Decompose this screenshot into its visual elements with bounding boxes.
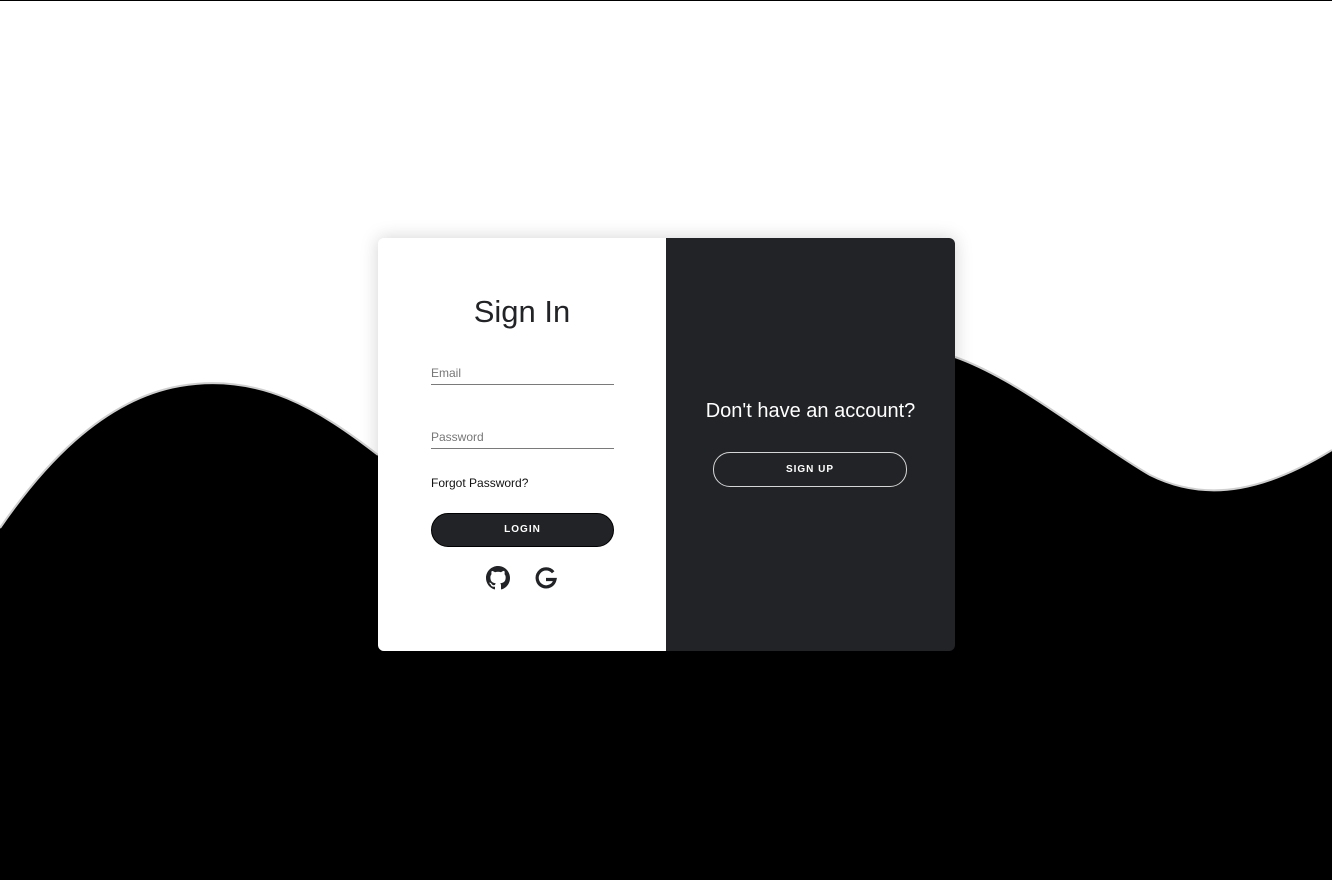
password-input[interactable]	[431, 426, 614, 449]
signin-panel: Sign In Forgot Password? LOGIN	[378, 238, 666, 651]
github-icon[interactable]	[486, 566, 510, 590]
signup-button[interactable]: SIGN UP	[713, 452, 907, 487]
signin-title: Sign In	[473, 294, 571, 329]
email-input[interactable]	[431, 362, 614, 385]
login-button[interactable]: LOGIN	[431, 513, 614, 547]
auth-card: Sign In Forgot Password? LOGIN Don't hav…	[378, 238, 955, 651]
signup-prompt: Don't have an account?	[705, 400, 916, 422]
google-icon[interactable]	[534, 566, 558, 590]
signup-panel: Don't have an account? SIGN UP	[666, 238, 955, 651]
forgot-password-link[interactable]: Forgot Password?	[431, 476, 528, 490]
